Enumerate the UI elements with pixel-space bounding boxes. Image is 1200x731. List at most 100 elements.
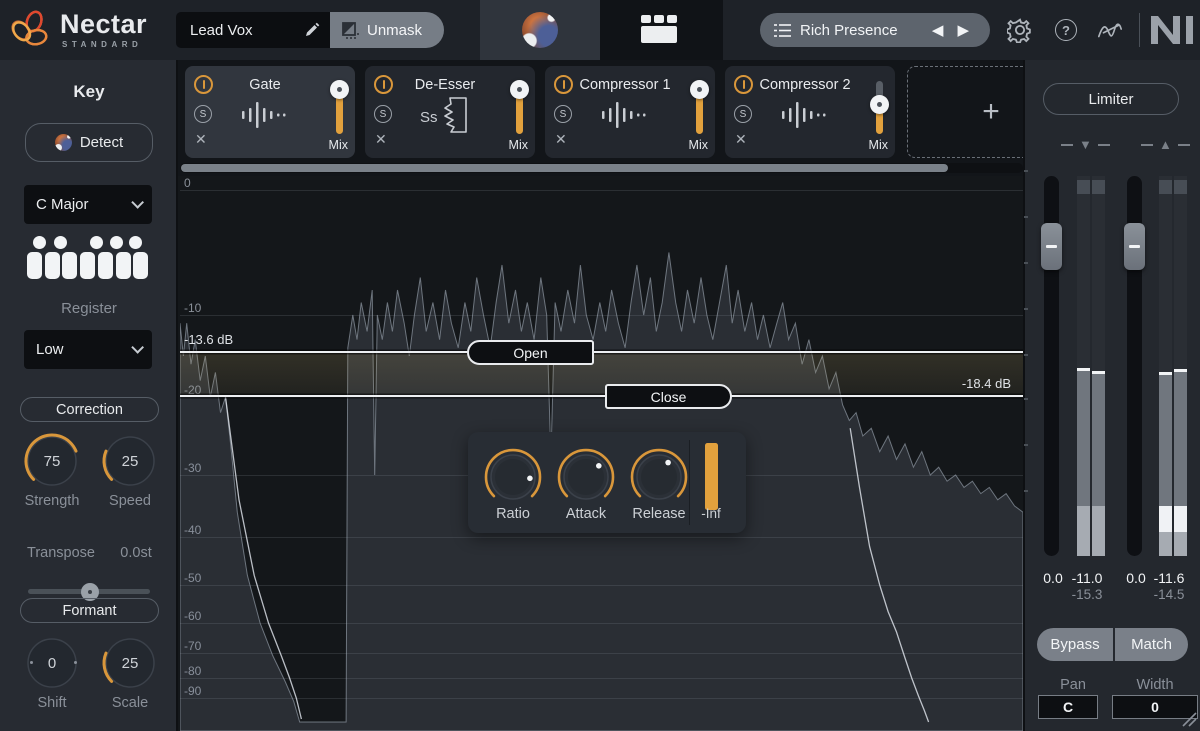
close-threshold-line[interactable] — [180, 395, 1023, 397]
correction-section-button[interactable]: Correction — [20, 397, 159, 422]
register-select[interactable]: Low — [24, 330, 152, 369]
meter-scale-tick — [1024, 308, 1028, 310]
remove-module-button[interactable]: ✕ — [375, 132, 387, 146]
gain-down-indicator: ▼ — [1061, 138, 1110, 151]
preset-name-value: Lead Vox — [190, 22, 304, 39]
mix-slider[interactable] — [329, 72, 349, 138]
edit-pencil-icon[interactable] — [304, 22, 320, 38]
mix-knob[interactable] — [870, 95, 889, 114]
assistant-sphere-icon — [55, 134, 72, 151]
piano-white-key — [98, 252, 113, 279]
solo-button[interactable]: S — [734, 105, 752, 123]
tab-assistant[interactable] — [480, 0, 600, 60]
close-threshold-value: -18.4 dB — [962, 376, 1011, 391]
mix-slider[interactable] — [869, 72, 889, 138]
hysteresis-band — [180, 353, 1023, 395]
piano-white-key — [80, 252, 95, 279]
mix-label: Mix — [509, 138, 528, 152]
module-card-compressor-1[interactable]: Compressor 1 S ✕ Mix — [545, 66, 715, 158]
register-label: Register — [0, 300, 178, 317]
formant-section-button[interactable]: Formant — [20, 598, 159, 623]
preset-browser[interactable]: Rich Presence ◀ ▶ — [760, 13, 990, 47]
level-meter-bar — [1092, 176, 1105, 556]
pan-value-box[interactable]: C — [1038, 695, 1098, 719]
remove-module-button[interactable]: ✕ — [195, 132, 207, 146]
scale-label: Scale — [80, 695, 180, 711]
piano-white-key — [116, 252, 131, 279]
mix-knob[interactable] — [690, 80, 709, 99]
remove-module-button[interactable]: ✕ — [555, 132, 567, 146]
piano-black-key — [54, 236, 67, 249]
correction-strength-knob[interactable]: 75 — [22, 431, 82, 491]
mix-knob[interactable] — [330, 80, 349, 99]
module-icon — [770, 96, 840, 134]
unmask-icon — [342, 22, 359, 39]
bypass-button[interactable]: Bypass — [1037, 628, 1113, 661]
assistant-sphere-icon — [522, 12, 558, 48]
remove-module-button[interactable]: ✕ — [735, 132, 747, 146]
module-title: Gate — [211, 77, 319, 93]
piano-white-key — [45, 252, 60, 279]
current-preset-name: Rich Presence — [800, 22, 925, 39]
resize-grip[interactable] — [1181, 708, 1198, 728]
module-card-de-esser[interactable]: De-Esser S Ss ✕ Mix — [365, 66, 535, 158]
piano-black-key — [90, 236, 103, 249]
gate-ratio-knob[interactable] — [482, 446, 544, 508]
chevron-down-icon — [131, 196, 144, 209]
unmask-button[interactable]: Unmask — [330, 12, 444, 48]
speed-label: Speed — [80, 493, 180, 509]
mix-slider[interactable] — [509, 72, 529, 138]
mix-label: Mix — [689, 138, 708, 152]
mix-label: Mix — [329, 138, 348, 152]
piano-white-key — [62, 252, 77, 279]
solo-button[interactable]: S — [194, 105, 212, 123]
open-threshold-line[interactable] — [180, 351, 1023, 353]
detect-key-button[interactable]: Detect — [25, 123, 153, 162]
formant-scale-knob[interactable]: 25 — [100, 633, 160, 693]
plus-icon: + — [982, 97, 1000, 127]
meter-scale-tick — [1024, 262, 1028, 264]
transpose-value: 0.0st — [86, 545, 186, 561]
unmask-label: Unmask — [367, 22, 422, 39]
tab-modules[interactable] — [600, 0, 723, 60]
horizontal-scrollbar[interactable] — [180, 163, 1023, 173]
width-label: Width — [1115, 677, 1195, 693]
settings-gear-icon[interactable] — [1006, 16, 1034, 44]
scrollbar-thumb[interactable] — [181, 164, 948, 172]
peak-value: -14.5 — [1146, 587, 1192, 602]
gate-floor-label: -Inf — [680, 506, 742, 521]
module-icon — [590, 96, 660, 134]
gain-fader-handle[interactable] — [1041, 223, 1062, 270]
next-preset-button[interactable]: ▶ — [950, 23, 976, 38]
correction-speed-knob[interactable]: 25 — [100, 431, 160, 491]
level-value: -11.6 — [1146, 570, 1192, 586]
help-icon[interactable]: ? — [1052, 16, 1080, 44]
gate-floor-slider[interactable] — [705, 443, 718, 510]
close-threshold-handle[interactable]: Close — [605, 384, 732, 409]
level-meter-bar — [1159, 176, 1172, 556]
nectar-plugin-window: Nectar STANDARD Lead Vox Unmask — [0, 0, 1200, 731]
open-threshold-handle[interactable]: Open — [467, 340, 594, 365]
module-icon: Ss — [410, 96, 480, 134]
module-card-gate[interactable]: Gate S ✕ Mix — [185, 66, 355, 158]
svg-text:Ss: Ss — [420, 109, 438, 126]
mix-slider[interactable] — [689, 72, 709, 138]
key-select[interactable]: C Major — [24, 185, 152, 224]
limiter-button[interactable]: Limiter — [1043, 83, 1179, 115]
preset-name-field[interactable]: Lead Vox — [176, 12, 330, 48]
solo-button[interactable]: S — [374, 105, 392, 123]
ni-logo[interactable] — [1150, 16, 1194, 44]
match-button[interactable]: Match — [1115, 628, 1188, 661]
mix-knob[interactable] — [510, 80, 529, 99]
gate-level-display: 0-10-20-30-40-50-60-70-80-90 -13.6 dB -1… — [180, 176, 1023, 731]
meter-bars-icon — [602, 100, 648, 130]
gain-fader-handle[interactable] — [1124, 223, 1145, 270]
module-card-compressor-2[interactable]: Compressor 2 S ✕ Mix — [725, 66, 895, 158]
signature-scribble-icon[interactable] — [1096, 16, 1124, 44]
solo-button[interactable]: S — [554, 105, 572, 123]
gate-release-knob[interactable] — [628, 446, 690, 508]
gate-attack-knob[interactable] — [555, 446, 617, 508]
module-chain-strip: Gate S ✕ Mix De-Esser S Ss ✕ Mix Compres… — [178, 60, 1023, 176]
previous-preset-button[interactable]: ◀ — [925, 23, 951, 38]
gate-controls-panel: Ratio Attack Release -Inf — [468, 432, 746, 533]
